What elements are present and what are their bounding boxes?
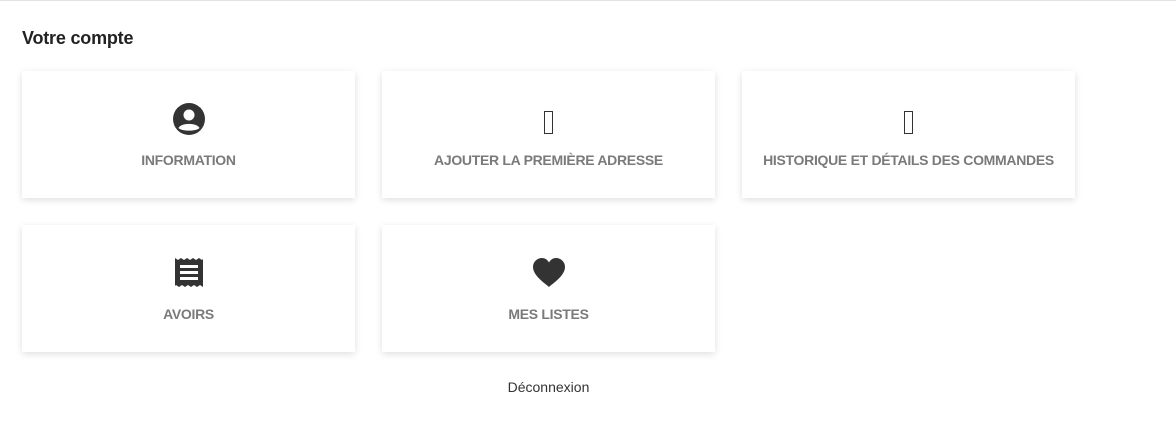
card-label: HISTORIQUE ET DÉTAILS DES COMMANDES (763, 152, 1054, 168)
card-wishlists[interactable]: MES LISTES (382, 225, 715, 352)
card-label: MES LISTES (508, 306, 589, 322)
card-information[interactable]: INFORMATION (22, 71, 355, 198)
missing-glyph-icon (891, 101, 927, 137)
account-circle-icon (171, 101, 207, 137)
card-label: AJOUTER LA PREMIÈRE ADRESSE (434, 152, 663, 168)
card-credit-slips[interactable]: AVOIRS (22, 225, 355, 352)
heart-icon (531, 255, 567, 291)
receipt-icon (171, 255, 207, 291)
page-title: Votre compte (22, 28, 134, 48)
top-divider (0, 0, 1176, 1)
card-order-history[interactable]: HISTORIQUE ET DÉTAILS DES COMMANDES (742, 71, 1075, 198)
missing-glyph-icon (531, 101, 567, 137)
card-add-address[interactable]: AJOUTER LA PREMIÈRE ADRESSE (382, 71, 715, 198)
card-label: INFORMATION (141, 152, 236, 168)
card-label: AVOIRS (163, 306, 214, 322)
logout-link[interactable]: Déconnexion (0, 379, 1097, 395)
